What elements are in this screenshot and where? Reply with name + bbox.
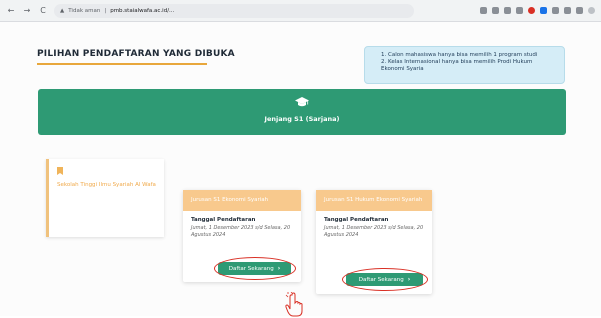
registration-label: Tanggal Pendaftaran [324, 217, 389, 223]
institution-card[interactable]: Sekolah Tinggi Ilmu Syariah Al Wafa [46, 159, 164, 237]
notice-item: 2. Kelas Internasional hanya bisa memili… [381, 59, 533, 72]
download-icon[interactable] [564, 7, 571, 14]
chevron-right-icon: › [277, 265, 281, 272]
sidepanel-icon[interactable] [576, 7, 583, 14]
warning-icon: ▲ [60, 7, 65, 14]
program-name: Jurusan S1 Hukum Ekonomi Syariah [316, 190, 432, 211]
reload-button[interactable]: C [38, 6, 48, 15]
title-underline [37, 63, 207, 65]
bookmark-icon [57, 167, 63, 175]
register-now-button[interactable]: Daftar Sekarang › [346, 273, 423, 286]
translate-icon[interactable] [480, 7, 487, 14]
page-content: PILIHAN PENDAFTARAN YANG DIBUKA 1. Calon… [0, 22, 601, 317]
button-label: Daftar Sekarang [358, 276, 404, 283]
program-card-ekonomi-syariah: Jurusan S1 Ekonomi Syariah Tanggal Penda… [183, 190, 301, 282]
page-title: PILIHAN PENDAFTARAN YANG DIBUKA [37, 49, 235, 59]
chevron-right-icon: › [407, 276, 411, 283]
share-icon[interactable] [504, 7, 511, 14]
program-name: Jurusan S1 Ekonomi Syariah [183, 190, 301, 211]
graduation-cap-icon [295, 97, 309, 107]
info-notice: 1. Calon mahasiswa hanya bisa memilih 1 … [364, 46, 565, 84]
notice-item: 1. Calon mahasiswa hanya bisa memilih 1 … [381, 52, 538, 58]
registration-dates: Jumat, 1 Desember 2023 s/d Selasa, 20 Ag… [324, 225, 424, 238]
program-card-hukum-ekonomi-syariah: Jurusan S1 Hukum Ekonomi Syariah Tanggal… [316, 190, 432, 294]
pointer-hand-icon [285, 292, 303, 317]
level-label: Jenjang S1 (Sarjana) [264, 115, 340, 123]
forward-button[interactable]: → [22, 6, 32, 15]
back-button[interactable]: ← [6, 6, 16, 15]
level-banner[interactable]: Jenjang S1 (Sarjana) [38, 89, 566, 135]
extension-red-icon[interactable] [528, 7, 535, 14]
zoom-icon[interactable] [492, 7, 499, 14]
address-bar[interactable]: ▲ Tidak aman | pmb.staialwafa.ac.id/... [54, 3, 414, 18]
separator: | [104, 7, 107, 14]
browser-toolbar: ← → C ▲ Tidak aman | pmb.staialwafa.ac.i… [0, 0, 601, 22]
extensions-area [480, 7, 595, 14]
url-text: pmb.staialwafa.ac.id/... [110, 7, 175, 14]
extension-blue-icon[interactable] [540, 7, 547, 14]
registration-label: Tanggal Pendaftaran [191, 217, 256, 223]
button-label: Daftar Sekarang [228, 265, 274, 272]
bookmark-star-icon[interactable] [516, 7, 523, 14]
profile-avatar[interactable] [588, 7, 595, 14]
register-now-button[interactable]: Daftar Sekarang › [218, 262, 291, 275]
puzzle-icon[interactable] [552, 7, 559, 14]
registration-dates: Jumat, 1 Desember 2023 s/d Selasa, 20 Ag… [191, 225, 291, 238]
security-label: Tidak aman [68, 7, 101, 14]
institution-name: Sekolah Tinggi Ilmu Syariah Al Wafa [57, 182, 156, 188]
